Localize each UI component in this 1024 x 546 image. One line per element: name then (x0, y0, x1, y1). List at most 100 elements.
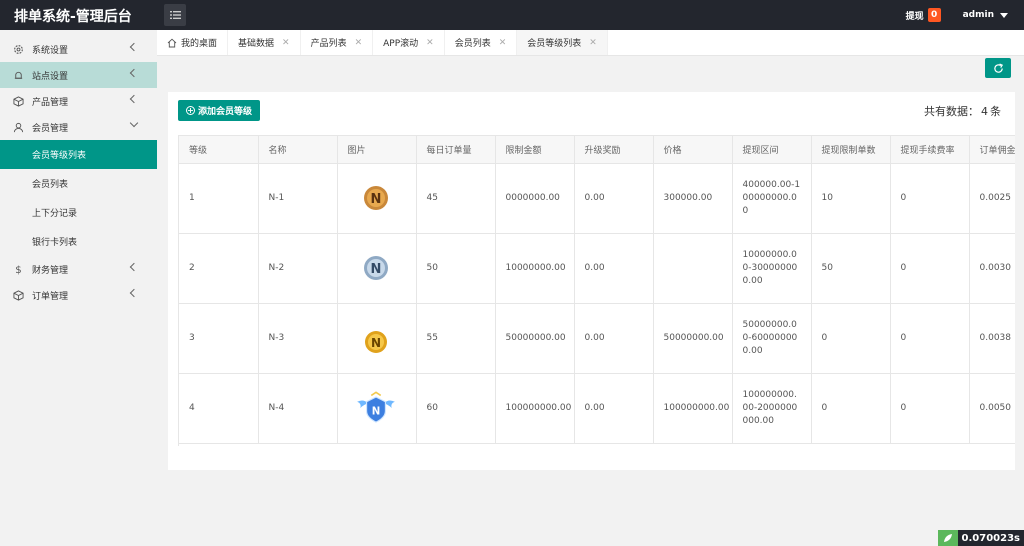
level-badge-icon: N (363, 256, 388, 280)
cell-name: N-1 (258, 163, 338, 234)
cell-upgrade-reward: 0.00 (574, 303, 654, 374)
close-icon[interactable]: ✕ (355, 38, 363, 48)
cell-upgrade-reward: 0.00 (574, 233, 654, 304)
close-icon[interactable]: ✕ (499, 38, 507, 48)
tab-my-desktop[interactable]: 我的桌面 (157, 30, 229, 55)
refresh-icon (993, 63, 1003, 73)
chevron-down-icon (129, 118, 139, 128)
sidebar-item-label: 产品管理 (32, 97, 69, 108)
table-row: 1 N-1 N 45 0000000.00 0.00 300000.00 400… (179, 163, 1015, 234)
cell-price: 300000.00 (653, 163, 733, 234)
table-header-row: 等级 名称 图片 每日订单量 限制金额 升级奖励 价格 提现区间 提现限制单数 … (179, 136, 1015, 164)
cell-limit-amount: 0000000.00 (495, 163, 575, 234)
cell-level: 4 (179, 373, 259, 444)
level-badge-icon: N (363, 186, 388, 210)
sidebar-item-member-management[interactable]: 会员管理 (0, 114, 157, 140)
column-header: 价格 (653, 136, 733, 164)
chevron-left-icon (129, 42, 139, 52)
cell-price: 50000000.00 (653, 303, 733, 374)
chevron-left-icon (129, 94, 139, 104)
cell-commission: 0.0050 (969, 373, 1015, 444)
cell-withdraw-limit: 50 (811, 233, 891, 304)
cell-level: 2 (179, 233, 259, 304)
menu-toggle-button[interactable] (164, 4, 186, 26)
column-header: 图片 (337, 136, 417, 164)
tab-label: 会员列表 (454, 39, 491, 49)
user-menu[interactable]: admin (963, 10, 1008, 20)
cell-withdraw-limit: 0 (811, 373, 891, 444)
sidebar-subitem-bank-cards[interactable]: 银行卡列表 (0, 227, 157, 256)
column-header: 提现手续费率 (890, 136, 970, 164)
cell-limit-amount: 50000000.00 (495, 303, 575, 374)
close-icon[interactable]: ✕ (426, 38, 434, 48)
add-member-level-button[interactable]: + 添加会员等级 (178, 100, 261, 121)
cell-limit-amount: 10000000.00 (495, 233, 575, 304)
sidebar-item-order-management[interactable]: 订单管理 (0, 282, 157, 308)
cell-name: N-3 (258, 303, 338, 374)
tab-product-list[interactable]: 产品列表 ✕ (301, 30, 374, 55)
cell-withdraw-fee: 0 (890, 233, 970, 304)
cell-level: 3 (179, 303, 259, 374)
debug-timer: 0.070023s (937, 530, 1024, 546)
chevron-left-icon (129, 68, 139, 78)
cell-withdraw-limit: 0 (811, 303, 891, 374)
table-row: 4 N-4 N 60 100000000.00 0.00 100000000.0… (179, 373, 1015, 444)
cell-commission: 0.0025 (969, 163, 1015, 234)
cell-upgrade-reward: 0.00 (574, 163, 654, 234)
tab-member-levels[interactable]: 会员等级列表 ✕ (517, 30, 608, 55)
sidebar-item-label: 财务管理 (32, 265, 69, 276)
cell-commission: 0.0038 (969, 303, 1015, 374)
sidebar-subitem-balance-records[interactable]: 上下分记录 (0, 198, 157, 227)
caret-down-icon (1000, 12, 1008, 18)
cell-daily-orders: 60 (416, 373, 496, 444)
sidebar-item-finance-management[interactable]: $ 财务管理 (0, 256, 157, 282)
tab-basic-data[interactable]: 基础数据 ✕ (228, 30, 301, 55)
chevron-left-icon (129, 288, 139, 298)
cell-withdraw-range: 100000000.00-2000000000.00 (732, 373, 812, 444)
user-name: admin (962, 10, 994, 20)
cell-withdraw-range: 50000000.00-600000000.00 (732, 303, 812, 374)
page-tabs: 我的桌面 基础数据 ✕ 产品列表 ✕ APP滚动 ✕ 会员列表 ✕ 会员等级列表… (157, 30, 1024, 56)
list-icon (169, 11, 181, 19)
svg-text:N: N (371, 406, 380, 417)
sidebar-item-system-settings[interactable]: 系统设置 (0, 36, 157, 62)
member-level-table: 等级 名称 图片 每日订单量 限制金额 升级奖励 价格 提现区间 提现限制单数 … (178, 135, 1015, 446)
sidebar-item-product-management[interactable]: 产品管理 (0, 88, 157, 114)
column-header: 提现区间 (732, 136, 812, 164)
cell-level: 1 (179, 163, 259, 234)
tab-label: 会员等级列表 (527, 39, 582, 49)
level-badge-icon: N (364, 331, 387, 353)
withdraw-label: 提现 (905, 11, 924, 22)
dollar-icon: $ (15, 265, 21, 275)
cell-daily-orders: 50 (416, 233, 496, 304)
tab-label: APP滚动 (383, 39, 419, 49)
close-icon[interactable]: ✕ (282, 38, 290, 48)
sidebar-item-label: 站点设置 (32, 71, 69, 82)
cell-daily-orders: 45 (416, 163, 496, 234)
tab-member-list[interactable]: 会员列表 ✕ (445, 30, 518, 55)
sidebar-subitem-member-list[interactable]: 会员列表 (0, 169, 157, 198)
cell-image: N (337, 233, 417, 304)
cube-icon (12, 95, 24, 107)
sidebar-subitem-member-levels[interactable]: 会员等级列表 (0, 140, 157, 169)
close-icon[interactable]: ✕ (589, 38, 597, 48)
refresh-button[interactable] (985, 58, 1011, 78)
cell-withdraw-fee: 0 (890, 303, 970, 374)
cube-icon (12, 289, 24, 301)
svg-text:$: $ (15, 265, 21, 275)
withdraw-link[interactable]: 提现 0 (906, 8, 941, 22)
brand-title: 排单系统-管理后台 (14, 9, 132, 25)
withdraw-count-badge: 0 (927, 8, 941, 22)
content-panel: + 添加会员等级 共有数据： 4 条 等级 名称 图片 每日订单量 限制金额 升级奖… (168, 92, 1015, 470)
tab-app-scroll[interactable]: APP滚动 ✕ (373, 30, 445, 55)
cell-name: N-4 (258, 373, 338, 444)
svg-text:N: N (370, 336, 380, 350)
cell-image: N (337, 373, 417, 444)
cell-price: 100000000.00 (653, 373, 733, 444)
cell-withdraw-range: 10000000.00-300000000.00 (732, 233, 812, 304)
tab-label: 产品列表 (310, 39, 347, 49)
cell-limit-amount: 100000000.00 (495, 373, 575, 444)
sidebar-item-site-settings[interactable]: 站点设置 (0, 62, 157, 88)
column-header: 提现限制单数 (811, 136, 891, 164)
svg-text:N: N (370, 262, 381, 277)
